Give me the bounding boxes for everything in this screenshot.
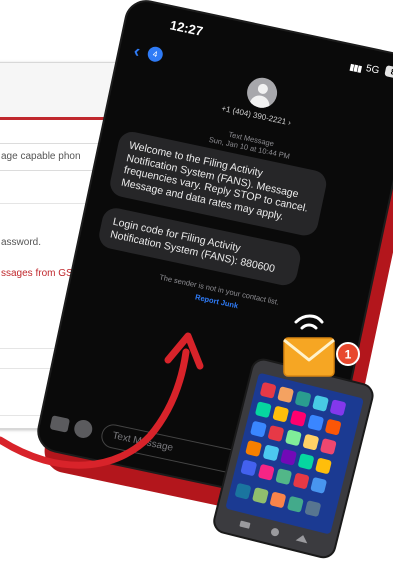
smartphone-illustration (213, 358, 374, 559)
notification-badge: 1 (336, 342, 360, 366)
mobile-notification-illustration: 1 (213, 314, 374, 559)
envelope-icon (283, 337, 335, 377)
notification-badge-count: 1 (345, 348, 352, 362)
wifi-icon (294, 314, 324, 330)
